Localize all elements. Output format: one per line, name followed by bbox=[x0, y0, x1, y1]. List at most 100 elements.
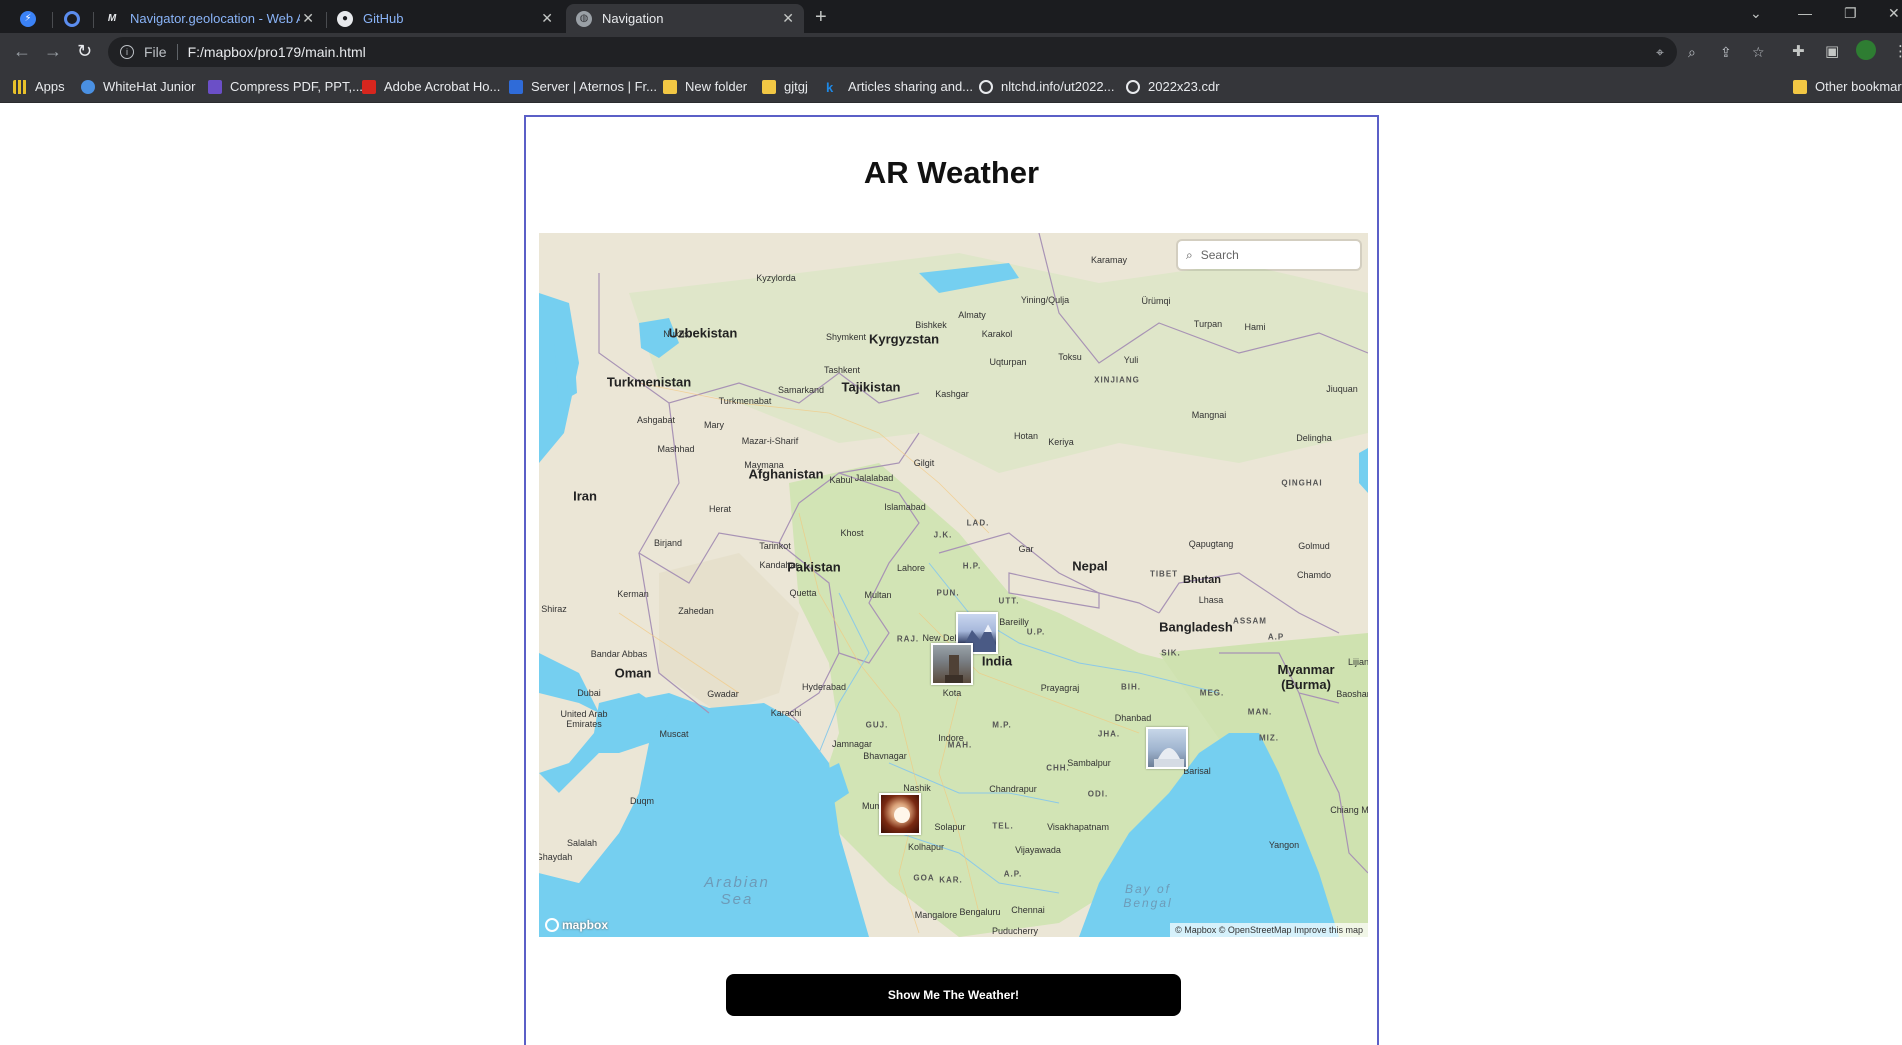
close-tab-icon[interactable]: ✕ bbox=[782, 10, 794, 27]
map-label-city: Chennai bbox=[1011, 905, 1045, 915]
extensions-puzzle-icon[interactable]: ✚ bbox=[1792, 42, 1805, 60]
map-label-city: Prayagraj bbox=[1040, 683, 1080, 693]
map-label-city: Kolhapur bbox=[907, 842, 945, 852]
bookmark-articles[interactable]: k Articles sharing and... bbox=[826, 79, 973, 95]
location-pin-icon[interactable]: ⌖ bbox=[1656, 44, 1664, 61]
browser-toolbar: ← → ↻ i File F:/mapbox/pro179/main.html … bbox=[0, 33, 1902, 71]
map-label-city: Ashgabat bbox=[636, 415, 676, 425]
map-label-city: Karamay bbox=[1090, 255, 1128, 265]
tab-navigation[interactable]: ◍ Navigation ✕ bbox=[566, 4, 804, 33]
close-tab-icon[interactable]: ✕ bbox=[302, 10, 314, 27]
map-label-city: Gilgit bbox=[913, 458, 935, 468]
map-label-city: Kabul bbox=[829, 475, 853, 485]
profile-avatar-icon[interactable] bbox=[1856, 40, 1876, 60]
minimize-icon[interactable]: — bbox=[1798, 5, 1812, 21]
side-panel-icon[interactable]: ▣ bbox=[1825, 42, 1839, 60]
bookmark-other[interactable]: Other bookmark bbox=[1793, 79, 1902, 94]
bookmark-2022x23[interactable]: 2022x23.cdr bbox=[1126, 79, 1220, 94]
map-label-city: Bareilly bbox=[999, 617, 1029, 627]
bookmark-star-icon[interactable]: ☆ bbox=[1752, 44, 1765, 61]
map-canvas[interactable]: Uzbekistan Kyrgyzstan Turkmenistan Tajik… bbox=[539, 233, 1368, 937]
map-label-region: H.P. bbox=[962, 561, 982, 571]
back-icon[interactable]: ← bbox=[13, 41, 31, 62]
map-label-country: Kyrgyzstan bbox=[868, 331, 940, 347]
new-tab-icon[interactable]: + bbox=[815, 6, 827, 29]
page-viewport: AR Weather Uzbekistan Kyrgyzstan Turkmen… bbox=[0, 103, 1902, 1045]
restore-icon[interactable]: ❐ bbox=[1844, 5, 1857, 22]
map-label-region: SIK. bbox=[1161, 648, 1181, 658]
map-label-city: Multan bbox=[864, 590, 892, 600]
map-label-region: UTT. bbox=[998, 596, 1020, 606]
marker-food-photo[interactable] bbox=[879, 793, 921, 835]
bookmarks-bar: Apps WhiteHat Junior Compress PDF, PPT,.… bbox=[0, 71, 1902, 103]
url-text: F:/mapbox/pro179/main.html bbox=[187, 44, 366, 60]
menu-kebab-icon[interactable]: ⋮ bbox=[1893, 42, 1902, 60]
k-logo-icon: k bbox=[826, 79, 834, 95]
bookmark-gjtgj[interactable]: gjtgj bbox=[762, 79, 808, 94]
bookmark-label: WhiteHat Junior bbox=[103, 79, 196, 94]
bookmark-aternos[interactable]: Server | Aternos | Fr... bbox=[509, 79, 657, 94]
map-label-city: Dubai bbox=[577, 688, 601, 698]
folder-icon bbox=[762, 79, 776, 94]
monument-icon bbox=[945, 655, 963, 683]
map-label-country: Iran bbox=[573, 488, 597, 504]
map-label-city: Toksu bbox=[1058, 352, 1082, 362]
map-label-city: Samarkand bbox=[777, 385, 825, 395]
bookmark-whitehat[interactable]: WhiteHat Junior bbox=[81, 79, 195, 94]
map-label-city: Yangon bbox=[1268, 840, 1300, 850]
folder-icon bbox=[663, 79, 677, 94]
browser-chrome: ⚡ M Navigator.geolocation - Web AP ✕ ● G… bbox=[0, 0, 1902, 103]
map-label-city: Kashgar bbox=[935, 389, 969, 399]
share-icon[interactable]: ⇪ bbox=[1720, 44, 1732, 61]
close-tab-icon[interactable]: ✕ bbox=[541, 10, 553, 27]
zoom-icon[interactable]: ⌕ bbox=[1688, 44, 1696, 61]
address-bar[interactable]: i File F:/mapbox/pro179/main.html ⌖ ⌕ ⇪ … bbox=[108, 37, 1765, 67]
forward-icon[interactable]: → bbox=[44, 41, 62, 62]
map-label-city: Lhasa bbox=[1198, 595, 1224, 605]
bookmark-nltchd[interactable]: nltchd.info/ut2022... bbox=[979, 79, 1114, 94]
globe-icon bbox=[1126, 79, 1140, 94]
tab-github[interactable]: ● GitHub ✕ bbox=[327, 4, 563, 33]
map-label-country: Tajikistan bbox=[841, 379, 901, 395]
close-window-icon[interactable]: ✕ bbox=[1888, 5, 1900, 22]
mapbox-logo-text: mapbox bbox=[562, 918, 609, 932]
map-label-country: Turkmenistan bbox=[606, 374, 692, 390]
map-label-city: Golmud bbox=[1298, 541, 1330, 551]
map-label-region: MIZ. bbox=[1259, 733, 1279, 743]
bookmark-apps[interactable]: Apps bbox=[13, 79, 65, 94]
tab-mdn[interactable]: M Navigator.geolocation - Web AP ✕ bbox=[94, 4, 324, 33]
map-label-city: Turpan bbox=[1193, 319, 1223, 329]
bookmark-label: nltchd.info/ut2022... bbox=[1001, 79, 1115, 94]
map-attribution[interactable]: © Mapbox © OpenStreetMap Improve this ma… bbox=[1170, 923, 1368, 937]
bookmark-label: New folder bbox=[685, 79, 748, 94]
bookmark-compress-pdf[interactable]: Compress PDF, PPT,... bbox=[208, 79, 363, 94]
map-label-region: TIBET bbox=[1149, 569, 1179, 579]
bookmark-adobe-acrobat[interactable]: Adobe Acrobat Ho... bbox=[362, 79, 500, 94]
tab-search-chevron-icon[interactable]: ⌄ bbox=[1750, 5, 1762, 22]
map-label-city: Shymkent bbox=[825, 332, 867, 342]
tab-separator bbox=[52, 12, 53, 28]
map-label-city: Tashkent bbox=[823, 365, 861, 375]
map-label-region: U.P. bbox=[1026, 627, 1046, 637]
marker-monument-photo[interactable] bbox=[931, 643, 973, 685]
url-scheme: File bbox=[144, 44, 167, 60]
map-search-box[interactable]: ⌕ Search bbox=[1178, 241, 1360, 269]
info-icon[interactable]: i bbox=[120, 45, 134, 59]
map-label-region: J.K. bbox=[933, 530, 953, 540]
show-weather-button[interactable]: Show Me The Weather! bbox=[726, 974, 1181, 1016]
map-label-city: Yuli bbox=[1123, 355, 1139, 365]
marker-building-photo[interactable] bbox=[1146, 727, 1188, 769]
map-label-region: MEG. bbox=[1199, 688, 1225, 698]
map-label-city: Kota bbox=[942, 688, 962, 698]
tab-pinned-2[interactable] bbox=[54, 4, 92, 33]
mapbox-logo[interactable]: mapbox bbox=[545, 918, 608, 932]
map-label-city: Qapugtang bbox=[1188, 539, 1234, 549]
map-label-country: Oman bbox=[614, 665, 652, 681]
bookmark-label: gjtgj bbox=[784, 79, 808, 94]
tab-pinned-1[interactable]: ⚡ bbox=[10, 4, 48, 33]
reload-icon[interactable]: ↻ bbox=[77, 41, 92, 62]
bookmark-new-folder[interactable]: New folder bbox=[663, 79, 747, 94]
url-separator bbox=[176, 44, 178, 60]
map-label-country: Myanmar (Burma) bbox=[1277, 662, 1335, 692]
map-label-city: Islamabad bbox=[884, 502, 926, 512]
